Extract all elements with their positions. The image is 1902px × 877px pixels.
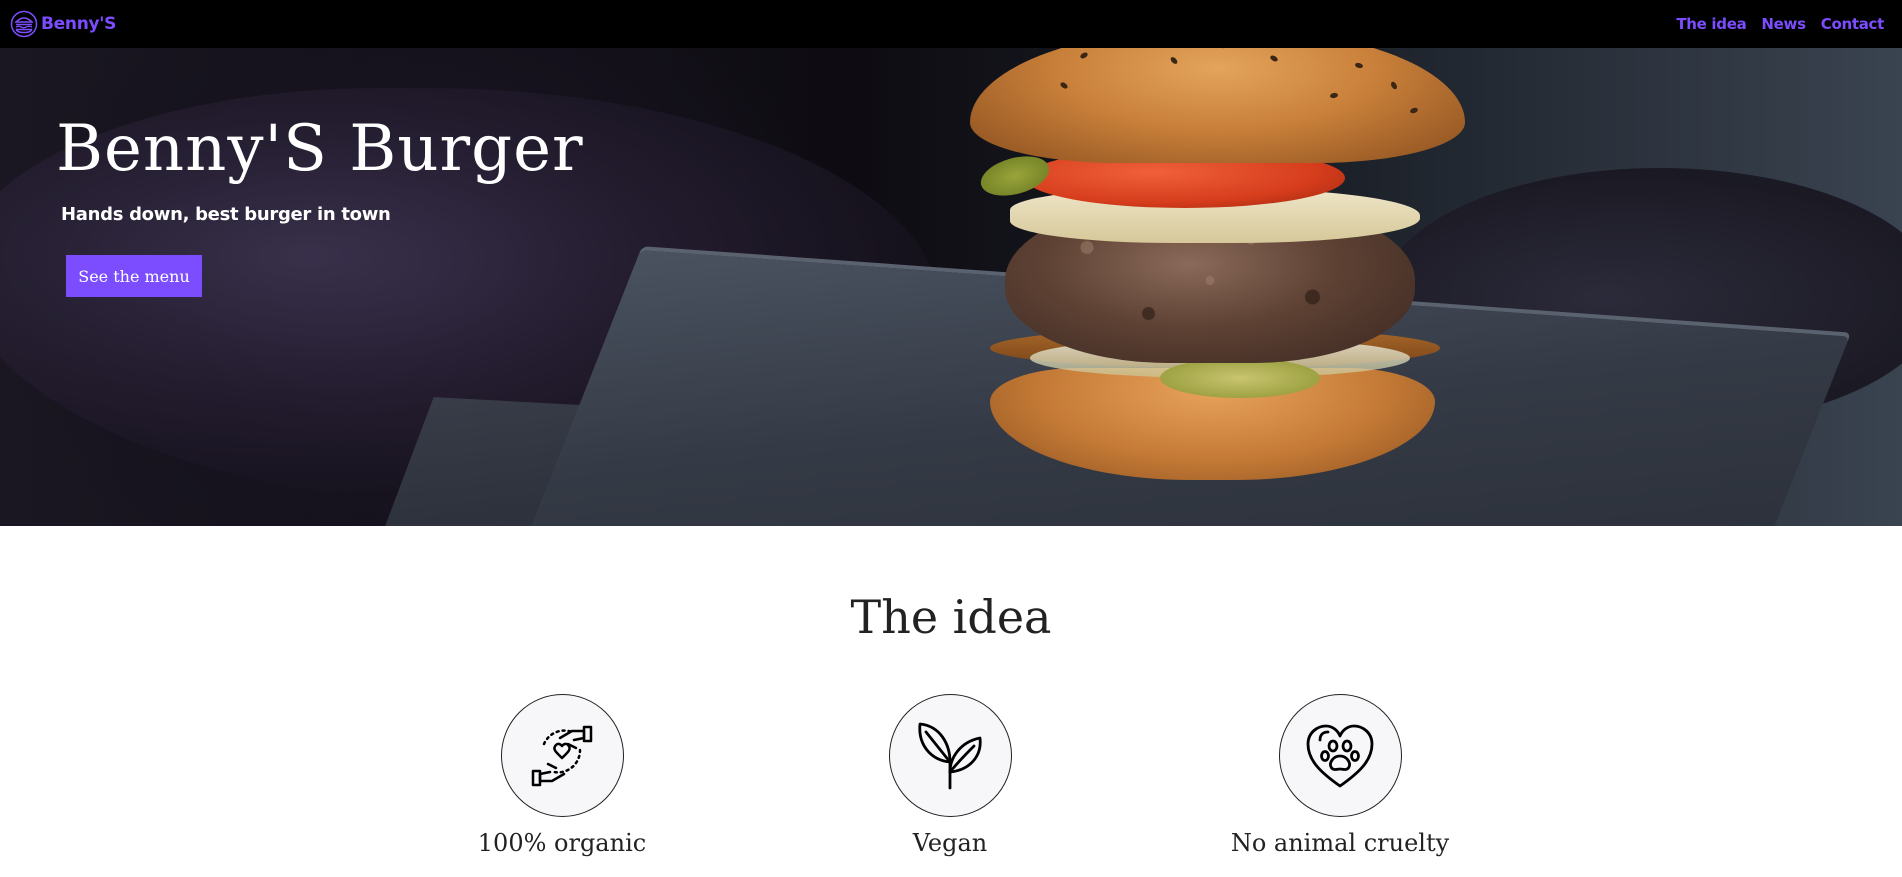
sprout-icon: [918, 722, 982, 789]
feature-icon-circle: [500, 694, 624, 817]
feature-vegan: Vegan: [820, 694, 1080, 857]
nav-link-news[interactable]: News: [1761, 15, 1806, 33]
hands-heart-icon: [531, 725, 593, 786]
feature-label: 100% organic: [477, 829, 647, 857]
see-menu-button[interactable]: See the menu: [66, 255, 202, 297]
nav-link-the-idea[interactable]: The idea: [1676, 15, 1746, 33]
burger-icon: [10, 10, 38, 38]
brand-logo[interactable]: Benny'S: [10, 10, 116, 38]
idea-section-title: The idea: [850, 590, 1052, 644]
hero-burger-image: [970, 48, 1470, 480]
feature-organic: 100% organic: [432, 694, 692, 857]
feature-icon-circle: [1278, 694, 1402, 817]
nav-links: The idea News Contact: [1676, 15, 1892, 33]
hero-banner: Benny'S Burger Hands down, best burger i…: [0, 48, 1902, 526]
heart-paw-icon: [1306, 724, 1374, 787]
brand-name: Benny'S: [41, 14, 117, 34]
nav-link-contact[interactable]: Contact: [1821, 15, 1885, 33]
feature-label: Vegan: [912, 829, 988, 857]
feature-label: No animal cruelty: [1230, 829, 1450, 857]
feature-icon-circle: [888, 694, 1012, 817]
hero-title: Benny'S Burger: [56, 112, 584, 186]
feature-no-cruelty: No animal cruelty: [1210, 694, 1470, 857]
hero-subtitle: Hands down, best burger in town: [61, 204, 391, 225]
navbar: Benny'S The idea News Contact: [0, 0, 1902, 48]
